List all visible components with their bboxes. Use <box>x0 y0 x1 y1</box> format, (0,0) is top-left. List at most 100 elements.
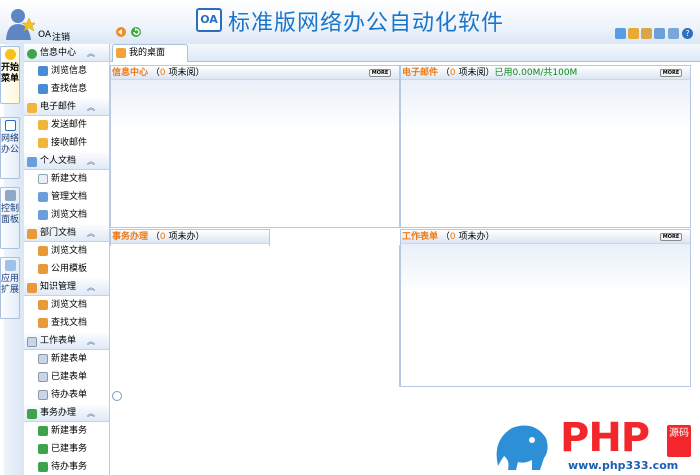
sidebar-item-browse-info[interactable]: 浏览信息 <box>24 62 109 80</box>
item-label: 管理文档 <box>51 192 88 202</box>
collapse-icon[interactable]: ︽ <box>87 405 95 422</box>
panel-title[interactable]: 电子邮件 <box>402 68 438 78</box>
more-button[interactable]: MORE <box>369 69 391 77</box>
count-suffix: 项未阅） <box>458 68 495 78</box>
vtab-label: 应用扩展 <box>1 274 20 295</box>
sidebar-section-email[interactable]: 电子邮件 ︽ <box>24 98 109 116</box>
sidebar-item-public-template[interactable]: 公用模板 <box>24 260 109 278</box>
logout-link[interactable]: 注销 <box>52 30 70 43</box>
document-icon <box>27 157 37 167</box>
item-label: 浏览文档 <box>51 300 88 310</box>
section-label: 事务办理 <box>40 408 77 418</box>
item-label: 接收邮件 <box>51 138 88 148</box>
collapse-icon[interactable]: ︽ <box>87 333 95 350</box>
manage-doc-icon <box>38 192 48 202</box>
item-label: 浏览文档 <box>51 246 88 256</box>
sidebar-item-find-info[interactable]: 查找信息 <box>24 80 109 98</box>
sidebar-item-new-doc[interactable]: 新建文档 <box>24 170 109 188</box>
new-form-icon <box>38 354 48 364</box>
browse-doc-icon <box>38 246 48 256</box>
item-label: 新建事务 <box>51 426 88 436</box>
watermark-brand: PHP <box>560 415 650 461</box>
sidebar: 信息中心 ︽ 浏览信息 查找信息 电子邮件 ︽ 发送邮件 接收邮件 个人文档 ︽ 新建… <box>24 44 110 475</box>
panel-header: 信息中心 （0 项未阅） MORE <box>111 65 399 80</box>
panel-header: 工作表单 （0 项未办） MORE <box>401 229 690 244</box>
zoom-icon[interactable] <box>112 391 122 401</box>
mailbox-usage: 已用0.00M/共100M <box>494 68 578 78</box>
sidebar-item-manage-doc[interactable]: 管理文档 <box>24 188 109 206</box>
sidebar-item-created-form[interactable]: 已建表单 <box>24 368 109 386</box>
search-icon <box>38 84 48 94</box>
item-label: 查找文档 <box>51 318 88 328</box>
oa-logo: OA <box>196 8 222 32</box>
sidebar-section-personal-docs[interactable]: 个人文档 ︽ <box>24 152 109 170</box>
panel-title[interactable]: 信息中心 <box>112 68 148 78</box>
notepad-icon[interactable] <box>641 28 652 39</box>
section-label: 知识管理 <box>40 282 77 292</box>
item-label: 新建文档 <box>51 174 88 184</box>
panel-title[interactable]: 工作表单 <box>402 232 438 242</box>
sidebar-item-send-mail[interactable]: 发送邮件 <box>24 116 109 134</box>
count-suffix: 项未办） <box>168 232 205 242</box>
vtab-start-menu[interactable]: 开始菜单 <box>0 46 20 104</box>
tab-my-desktop[interactable]: 我的桌面 <box>112 44 188 62</box>
sidebar-section-dept-docs[interactable]: 部门文档 ︽ <box>24 224 109 242</box>
sidebar-item-created-affair[interactable]: 已建事务 <box>24 440 109 458</box>
search-icon <box>38 318 48 328</box>
message-icon[interactable] <box>615 28 626 39</box>
panel-title[interactable]: 事务办理 <box>112 232 148 242</box>
panel-body <box>401 244 690 386</box>
collapse-icon[interactable]: ︽ <box>87 45 95 62</box>
more-button[interactable]: MORE <box>660 69 682 77</box>
item-label: 浏览信息 <box>51 66 88 76</box>
elephant-logo-icon <box>496 425 548 470</box>
panel-work-forms: 工作表单 （0 项未办） MORE <box>400 229 691 387</box>
settings-icon[interactable] <box>668 28 679 39</box>
collapse-icon[interactable]: ︽ <box>87 279 95 296</box>
lightbulb-icon <box>5 49 16 60</box>
item-label: 查找信息 <box>51 84 88 94</box>
item-label: 已建表单 <box>51 372 88 382</box>
panel-header: 事务办理 （0 项未办） <box>111 229 269 244</box>
sidebar-item-pending-affair[interactable]: 待办事务 <box>24 458 109 475</box>
receive-mail-icon <box>38 138 48 148</box>
new-doc-icon <box>38 174 48 184</box>
sidebar-item-dept-browse[interactable]: 浏览文档 <box>24 242 109 260</box>
template-icon <box>38 264 48 274</box>
section-label: 电子邮件 <box>40 102 77 112</box>
sidebar-item-browse-doc[interactable]: 浏览文档 <box>24 206 109 224</box>
sidebar-item-new-affair[interactable]: 新建事务 <box>24 422 109 440</box>
unread-count: 0 <box>449 68 456 78</box>
back-icon[interactable] <box>115 26 127 38</box>
sidebar-section-info[interactable]: 信息中心 ︽ <box>24 44 109 62</box>
collapse-icon[interactable]: ︽ <box>87 225 95 242</box>
sidebar-item-receive-mail[interactable]: 接收邮件 <box>24 134 109 152</box>
sidebar-section-forms[interactable]: 工作表单 ︽ <box>24 332 109 350</box>
vtab-office[interactable]: 网络办公 <box>0 117 20 179</box>
sidebar-item-knowledge-find[interactable]: 查找文档 <box>24 314 109 332</box>
collapse-icon[interactable]: ︽ <box>87 153 95 170</box>
refresh-icon[interactable] <box>130 26 142 38</box>
vtab-app-extension[interactable]: 应用扩展 <box>0 257 20 319</box>
affair-icon <box>38 444 48 454</box>
panel-info-center: 信息中心 （0 项未阅） MORE <box>110 65 400 228</box>
sidebar-section-affairs[interactable]: 事务办理 ︽ <box>24 404 109 422</box>
desktop-icon <box>116 48 126 58</box>
folder-icon <box>27 229 37 239</box>
wrench-icon <box>5 190 16 201</box>
vtab-control-panel[interactable]: 控制面板 <box>0 187 20 249</box>
sidebar-item-pending-form[interactable]: 待办表单 <box>24 386 109 404</box>
collapse-icon[interactable]: ︽ <box>87 99 95 116</box>
paren: （ <box>440 232 450 242</box>
app-title: 标准版网络办公自动化软件 <box>228 11 505 36</box>
vtab-label: 控制面板 <box>1 204 20 225</box>
window-icon[interactable] <box>654 28 665 39</box>
sidebar-item-new-form[interactable]: 新建表单 <box>24 350 109 368</box>
star-icon <box>5 260 16 271</box>
paren: （ <box>440 68 450 78</box>
sidebar-item-knowledge-browse[interactable]: 浏览文档 <box>24 296 109 314</box>
more-button[interactable]: MORE <box>660 233 682 241</box>
edit-icon[interactable] <box>628 28 639 39</box>
help-icon[interactable]: ? <box>682 28 693 39</box>
sidebar-section-knowledge[interactable]: 知识管理 ︽ <box>24 278 109 296</box>
